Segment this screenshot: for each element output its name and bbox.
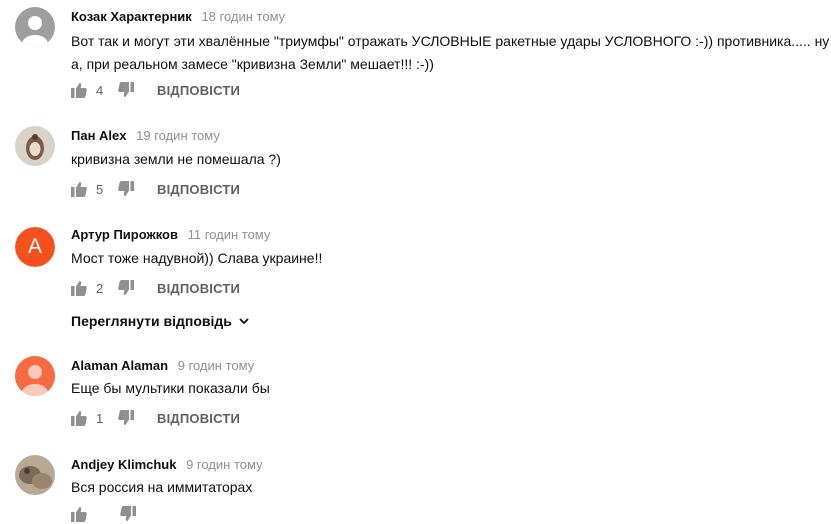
like-count: 5 <box>96 181 104 197</box>
user-photo-icon <box>15 455 55 495</box>
comment-text: Мост тоже надувной)) Слава украине!! <box>71 247 831 270</box>
like-count: 4 <box>96 82 104 98</box>
thumbs-up-icon[interactable] <box>71 280 87 296</box>
comment-actions <box>71 504 136 524</box>
thumbs-up-icon[interactable] <box>71 82 87 98</box>
thumbs-down-icon[interactable] <box>118 181 134 197</box>
comment-text-line: Мост тоже надувной)) Слава украине!! <box>71 250 323 266</box>
avatar[interactable] <box>15 126 55 166</box>
avatar[interactable] <box>15 7 55 47</box>
comment-text-line: кривизна земли не помешала ?) <box>71 151 281 167</box>
comment-text: кривизна земли не помешала ?) <box>71 148 831 171</box>
comment-header: Козак Характерник 18 годин тому <box>71 9 285 24</box>
view-replies-button[interactable]: Переглянути відповідь <box>71 313 250 329</box>
avatar[interactable] <box>15 356 55 396</box>
view-replies-label: Переглянути відповідь <box>71 313 232 329</box>
comment-actions: 4 ВІДПОВІСТИ <box>71 80 240 100</box>
comment-timestamp[interactable]: 11 годин тому <box>188 227 271 242</box>
thumbs-down-icon[interactable] <box>120 506 136 522</box>
comment-text-line: Еще бы мультики показали бы <box>71 380 270 396</box>
comment-timestamp[interactable]: 9 годин тому <box>178 358 255 373</box>
comment-text: Вся россия на иммитаторах <box>71 476 831 499</box>
reply-button[interactable]: ВІДПОВІСТИ <box>157 281 240 296</box>
comment-author[interactable]: Alaman Alaman <box>71 358 168 373</box>
avatar[interactable] <box>15 455 55 495</box>
avatar-letter: А <box>15 227 55 267</box>
comment-header: Пан Alex 19 годин тому <box>71 128 220 143</box>
user-photo-icon <box>15 126 55 166</box>
comment-header: Andjey Klimchuk 9 годин тому <box>71 457 263 472</box>
thumbs-up-icon[interactable] <box>71 506 87 522</box>
comment-timestamp[interactable]: 18 годин тому <box>201 9 285 24</box>
comment-text: Вот так и могут эти хвалённые "триумфы" … <box>71 30 831 76</box>
thumbs-up-icon[interactable] <box>71 181 87 197</box>
comment-author[interactable]: Артур Пирожков <box>71 227 178 242</box>
comment-author[interactable]: Andjey Klimchuk <box>71 457 176 472</box>
avatar[interactable]: А <box>15 227 55 267</box>
thumbs-down-icon[interactable] <box>118 410 134 426</box>
comment-header: Alaman Alaman 9 годин тому <box>71 358 254 373</box>
thumbs-down-icon[interactable] <box>118 82 134 98</box>
comment-author[interactable]: Козак Характерник <box>71 9 192 24</box>
comment-text-line: а, при реальном замесе "кривизна Земли" … <box>71 56 434 72</box>
reply-button[interactable]: ВІДПОВІСТИ <box>157 182 240 197</box>
comment-author[interactable]: Пан Alex <box>71 128 127 143</box>
thumbs-down-icon[interactable] <box>118 280 134 296</box>
like-count: 2 <box>96 280 104 296</box>
comment-text-line: Вот так и могут эти хвалённые "триумфы" … <box>71 33 830 49</box>
comment-header: Артур Пирожков 11 годин тому <box>71 227 270 242</box>
comment-timestamp[interactable]: 9 годин тому <box>186 457 263 472</box>
default-user-icon <box>15 356 55 396</box>
reply-button[interactable]: ВІДПОВІСТИ <box>157 411 240 426</box>
comment-text-line: Вся россия на иммитаторах <box>71 479 253 495</box>
comment-text: Еще бы мультики показали бы <box>71 377 831 400</box>
reply-button[interactable]: ВІДПОВІСТИ <box>157 83 240 98</box>
chevron-down-icon <box>238 315 250 327</box>
comment-timestamp[interactable]: 19 годин тому <box>136 128 220 143</box>
default-user-icon <box>15 7 55 47</box>
comment-actions: 2 ВІДПОВІСТИ <box>71 278 240 298</box>
thumbs-up-icon[interactable] <box>71 410 87 426</box>
like-count: 1 <box>96 410 104 426</box>
comment-actions: 1 ВІДПОВІСТИ <box>71 408 240 428</box>
comment-actions: 5 ВІДПОВІСТИ <box>71 179 240 199</box>
